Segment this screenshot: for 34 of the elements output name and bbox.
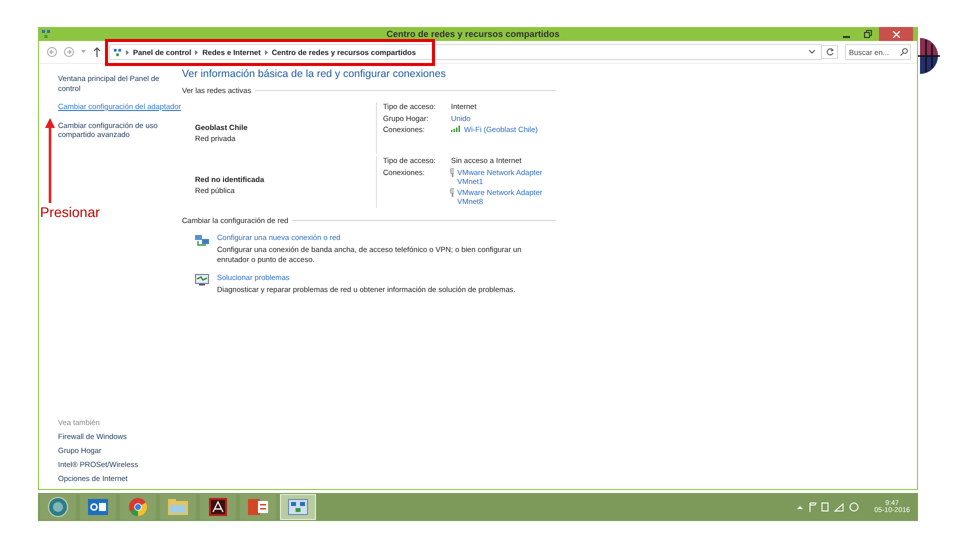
- browser-icon: [129, 498, 147, 516]
- close-icon: [892, 30, 900, 38]
- pdf-app-icon: [209, 498, 227, 516]
- network-adapter-icon: [450, 188, 454, 196]
- network-adapter-icon: [450, 168, 454, 176]
- up-arrow-icon[interactable]: [91, 47, 103, 57]
- chevron-icon: [264, 50, 268, 54]
- refresh-icon[interactable]: [822, 45, 838, 59]
- chevron-icon: [195, 50, 198, 54]
- monitor-icon: [195, 274, 209, 286]
- mail-app-icon: [88, 499, 108, 515]
- network-setup-icon: [195, 234, 209, 246]
- system-tray-drawing: [797, 502, 860, 512]
- taskbar-app-button[interactable]: [200, 494, 236, 520]
- restore-icon: [864, 30, 872, 38]
- network-window-icon: [288, 499, 308, 515]
- caret-icon[interactable]: [79, 50, 88, 54]
- close-button[interactable]: [879, 27, 913, 41]
- orb-icon: [48, 497, 68, 517]
- folder-icon: [168, 499, 188, 515]
- signal-bars-icon: [451, 125, 461, 132]
- globe-icon: [918, 36, 940, 76]
- chevron-icon: [126, 50, 129, 54]
- window-title: Centro de redes y recursos compartidos: [385, 29, 561, 39]
- start-button[interactable]: [40, 494, 76, 520]
- annotation-text: Presionar: [40, 204, 100, 220]
- slides-app-icon: [248, 499, 268, 515]
- network-icon: [113, 48, 122, 56]
- forward-button[interactable]: [62, 47, 76, 57]
- page-heading: Ver información básica de la red y configurar conexiones: [182, 68, 447, 80]
- network-icon: [41, 29, 51, 39]
- back-button[interactable]: [45, 47, 59, 57]
- search-icon: [900, 48, 908, 56]
- dropdown-caret-icon[interactable]: [809, 50, 815, 54]
